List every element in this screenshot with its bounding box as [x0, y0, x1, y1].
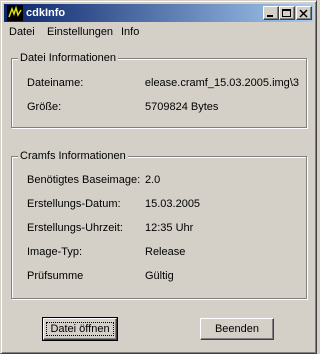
filename-value: 3\release.cramf_15.03.2005.img [145, 77, 299, 89]
menu-info[interactable]: Info [121, 26, 139, 39]
creation-time-value: 12:35 Uhr [145, 222, 194, 234]
minimize-icon [267, 15, 273, 17]
quit-button-label: Beenden [214, 323, 260, 335]
minimize-button[interactable] [263, 6, 279, 20]
filename-label: Dateiname: [27, 77, 84, 89]
baseimage-value: 2.0 [145, 174, 161, 186]
window-title: cdkInfo [26, 7, 66, 19]
open-file-button[interactable]: Datei öffnen [42, 317, 118, 341]
app-window: cdkInfo Datei Einstellungen Info Datei I… [0, 0, 317, 354]
maximize-button[interactable] [279, 6, 295, 20]
checksum-label: Prüfsumme [27, 270, 84, 282]
baseimage-label: Benötigtes Baseimage: [27, 174, 141, 186]
size-value: 5709824 Bytes [145, 101, 219, 113]
open-file-button-label: Datei öffnen [46, 322, 114, 336]
creation-date-value: 15.03.2005 [145, 198, 201, 210]
menu-datei[interactable]: Datei [9, 26, 35, 39]
image-type-value: Release [145, 246, 186, 258]
datei-info-group: Datei Informationen Dateiname: 3\release… [11, 51, 307, 128]
image-type-label: Image-Typ: [27, 246, 83, 258]
menu-einstellungen[interactable]: Einstellungen [47, 26, 113, 39]
title-bar[interactable]: cdkInfo [4, 4, 313, 22]
quit-button[interactable]: Beenden [200, 318, 274, 340]
cramfs-info-group: Cramfs Informationen Benötigtes Baseimag… [11, 149, 307, 299]
creation-time-label: Erstellungs-Uhrzeit: [27, 222, 123, 234]
close-button[interactable] [296, 6, 312, 20]
maximize-icon [282, 9, 291, 17]
checksum-value: Gültig [145, 270, 174, 282]
datei-info-group-title: Datei Informationen [18, 51, 118, 65]
size-label: Größe: [27, 101, 62, 113]
app-logo-icon [7, 5, 23, 21]
close-icon [299, 9, 308, 18]
creation-date-label: Erstellungs-Datum: [27, 198, 121, 210]
cramfs-info-group-title: Cramfs Informationen [18, 149, 128, 163]
menu-bar: Datei Einstellungen Info [4, 23, 313, 41]
